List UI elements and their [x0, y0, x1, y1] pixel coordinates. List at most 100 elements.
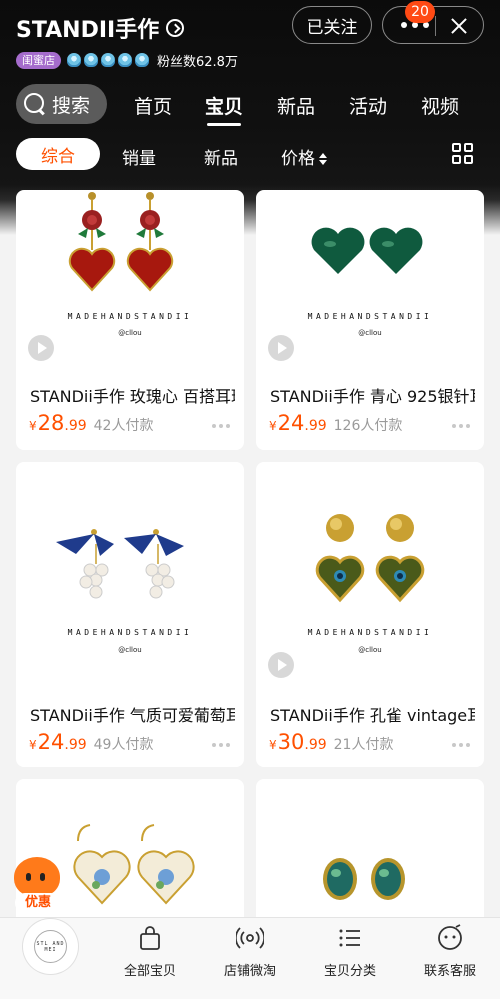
- product-card[interactable]: MADEHANDSTANDII @cllou STANDii手作 玫瑰心 百搭耳…: [16, 190, 244, 450]
- opal-oval-earring-left: [323, 858, 357, 900]
- promo-label: 优惠: [15, 893, 61, 913]
- price-row: ¥ 24 .99 49人付款: [29, 730, 153, 754]
- tab-video[interactable]: 视频: [421, 92, 459, 119]
- shop-logo[interactable]: STL AND MEI: [23, 919, 78, 974]
- grid-view-icon[interactable]: [452, 143, 474, 165]
- more-dots-icon[interactable]: [452, 743, 470, 747]
- floral-heart-earring-right: [137, 824, 195, 905]
- bow-pearl-earring-right: [124, 529, 184, 599]
- sort-price-label: 价格: [281, 149, 315, 169]
- crown-icon: [84, 53, 98, 67]
- currency: ¥: [269, 419, 277, 433]
- crown-icon: [67, 53, 81, 67]
- play-icon[interactable]: [268, 335, 294, 361]
- sold-count: 49人付款: [93, 737, 154, 753]
- crown-icon: [118, 53, 132, 67]
- brand-watermark: MADEHANDSTANDII: [307, 312, 433, 321]
- tab-categories[interactable]: 宝贝分类: [300, 918, 400, 999]
- price-decimal: .99: [64, 418, 87, 434]
- chat-icon: [438, 924, 462, 950]
- green-heart-right: [369, 227, 423, 274]
- crown-icon: [101, 53, 115, 67]
- search-label: 搜索: [52, 94, 91, 117]
- sort-sales[interactable]: 销量: [122, 144, 156, 169]
- peacock-earring-left: [315, 514, 365, 603]
- price-decimal: .99: [64, 737, 87, 753]
- promo-floating-button[interactable]: 优惠: [12, 855, 64, 915]
- opal-oval-earring-right: [371, 858, 405, 900]
- price-integer: 30: [277, 730, 305, 754]
- product-image: [56, 529, 184, 599]
- follow-button[interactable]: 已关注: [292, 6, 372, 44]
- sort-overall[interactable]: 综合: [16, 138, 100, 170]
- currency: ¥: [29, 419, 37, 433]
- capsule-divider: [435, 16, 436, 36]
- product-card[interactable]: [256, 779, 484, 929]
- rose-heart-earring-right: [126, 192, 174, 292]
- tab-customer-service[interactable]: 联系客服: [400, 918, 500, 999]
- brand-watermark: MADEHANDSTANDII: [307, 628, 433, 637]
- tab-label: 店铺微淘: [223, 964, 276, 979]
- shop-meta: 闺蜜店 粉丝数62.8万: [16, 50, 238, 70]
- list-icon: [339, 929, 360, 947]
- price-row: ¥ 30 .99 21人付款: [269, 730, 393, 754]
- search-icon: [24, 93, 46, 115]
- floral-heart-earring-left: [73, 824, 131, 905]
- rose-heart-earring-left: [68, 192, 116, 292]
- search-button[interactable]: 搜索: [16, 84, 107, 124]
- broadcast-icon: [236, 927, 264, 949]
- shop-name-text: STANDII手作: [16, 18, 160, 43]
- mascot-icon: [14, 857, 60, 897]
- product-title: STANDii手作 青心 925银针耳环: [270, 387, 475, 406]
- brand-watermark: MADEHANDSTANDII: [67, 312, 193, 321]
- tab-label: 联系客服: [423, 964, 476, 979]
- play-icon[interactable]: [28, 335, 54, 361]
- price-row: ¥ 28 .99 42人付款: [29, 411, 153, 435]
- crown-icon: [135, 53, 149, 67]
- peacock-earring-right: [375, 514, 425, 603]
- sort-new[interactable]: 新品: [204, 144, 238, 169]
- more-dots-icon[interactable]: [212, 424, 230, 428]
- tab-new[interactable]: 新品: [277, 92, 315, 119]
- tab-activity[interactable]: 活动: [349, 92, 387, 119]
- sold-count: 126人付款: [333, 418, 403, 434]
- sold-count: 21人付款: [333, 737, 394, 753]
- shop-tag: 闺蜜店: [16, 51, 61, 69]
- price-row: ¥ 24 .99 126人付款: [269, 411, 402, 435]
- tab-shop-feed[interactable]: 店铺微淘: [200, 918, 300, 999]
- sold-count: 42人付款: [93, 418, 154, 434]
- product-card[interactable]: MADEHANDSTANDII @cllou STANDii手作 孔雀 vint…: [256, 462, 484, 767]
- close-icon[interactable]: [449, 16, 469, 36]
- more-dots-icon[interactable]: [452, 424, 470, 428]
- top-bar: STANDII手作 已关注 20: [0, 1, 500, 46]
- tab-home[interactable]: 首页: [134, 92, 172, 119]
- chevron-right-icon: [166, 19, 185, 37]
- bag-icon: [140, 926, 160, 950]
- tab-label: 全部宝贝: [123, 964, 176, 979]
- shop-name[interactable]: STANDII手作: [16, 12, 185, 44]
- sort-price[interactable]: 价格: [281, 144, 327, 169]
- shop-level: [67, 53, 149, 67]
- product-title: STANDii手作 孔雀 vintage耳环: [270, 706, 475, 725]
- product-card[interactable]: MADEHANDSTANDII @cllou STANDii手作 青心 925银…: [256, 190, 484, 450]
- price-integer: 24: [37, 730, 65, 754]
- sort-bar: 综合 销量 新品 价格: [0, 138, 500, 172]
- handle-watermark: @cllou: [358, 329, 382, 337]
- play-icon[interactable]: [268, 652, 294, 678]
- price-decimal: .99: [304, 418, 327, 434]
- bow-pearl-earring-left: [56, 529, 114, 599]
- handle-watermark: @cllou: [118, 646, 142, 654]
- product-image: [323, 858, 405, 900]
- green-heart-left: [311, 227, 365, 274]
- product-title: STANDii手作 气质可爱葡萄耳环: [30, 706, 235, 725]
- notification-badge: 20: [405, 1, 435, 23]
- price-decimal: .99: [304, 737, 327, 753]
- fans-count: 粉丝数62.8万: [157, 54, 238, 70]
- handle-watermark: @cllou: [118, 329, 142, 337]
- tab-all-products[interactable]: 全部宝贝: [100, 918, 200, 999]
- more-dots-icon[interactable]: [212, 743, 230, 747]
- price-integer: 24: [277, 411, 305, 435]
- product-title: STANDii手作 玫瑰心 百搭耳环: [30, 387, 235, 406]
- tab-products[interactable]: 宝贝: [205, 92, 243, 126]
- product-card[interactable]: MADEHANDSTANDII @cllou STANDii手作 气质可爱葡萄耳…: [16, 462, 244, 767]
